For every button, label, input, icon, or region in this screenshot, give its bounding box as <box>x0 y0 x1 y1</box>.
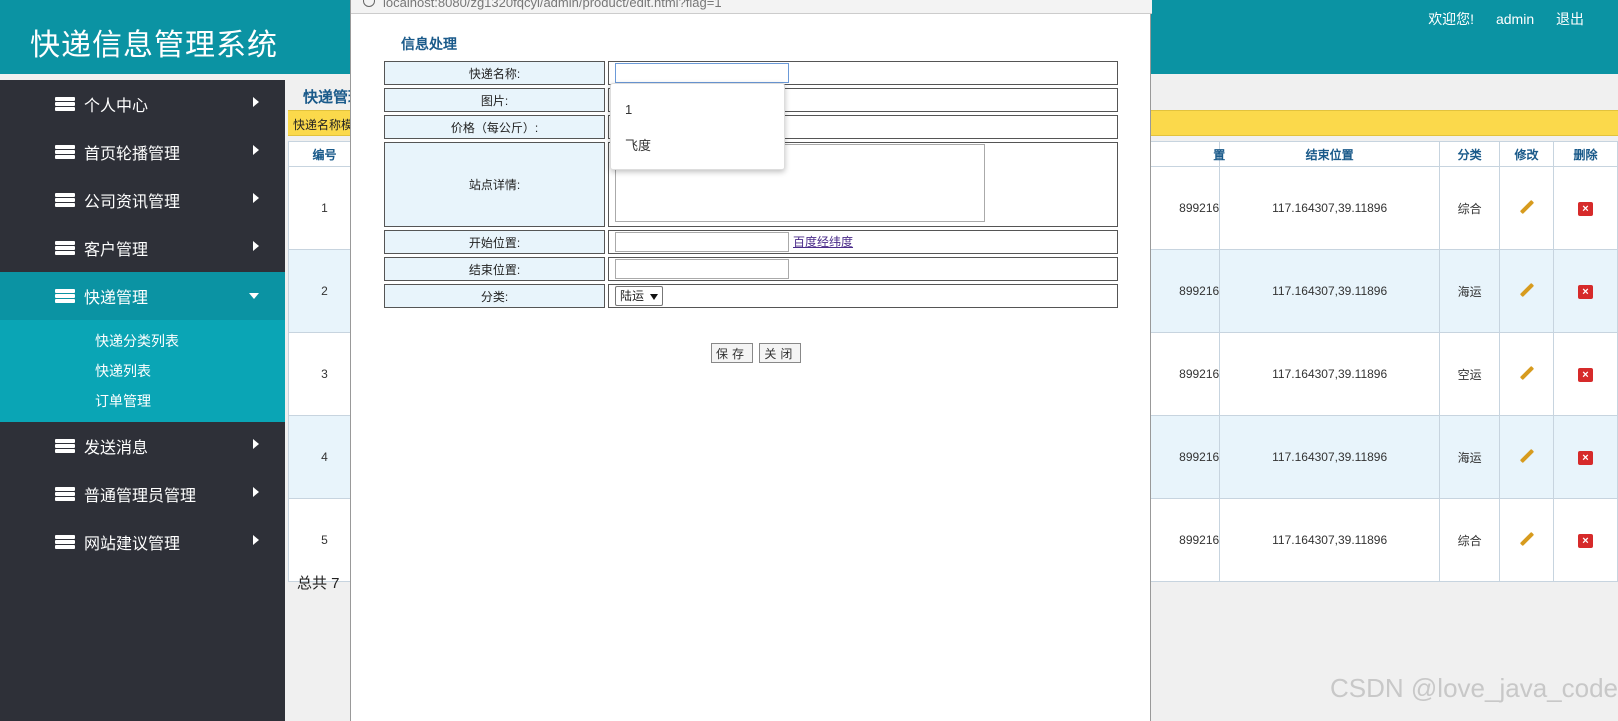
field-label: 结束位置: <box>384 257 605 281</box>
watermark: CSDN @love_java_code <box>1330 673 1618 703</box>
username-link[interactable]: admin <box>1496 11 1534 27</box>
sidebar-item-suggestions[interactable]: 网站建议管理 <box>0 518 285 566</box>
sidebar-item-label: 快递管理 <box>84 290 149 307</box>
submenu-item-orders[interactable]: 订单管理 <box>0 386 285 416</box>
column-header: 分类 <box>1439 141 1501 167</box>
cell-category: 空运 <box>1439 332 1501 416</box>
submenu-item-category-list[interactable]: 快递分类列表 <box>0 326 285 356</box>
cell-category: 综合 <box>1439 166 1501 250</box>
sidebar-item-label: 公司资讯管理 <box>84 194 181 211</box>
sidebar-item-carousel[interactable]: 首页轮播管理 <box>0 128 285 176</box>
sidebar-item-label: 个人中心 <box>84 98 149 115</box>
cell-category: 海运 <box>1439 249 1501 333</box>
sidebar-item-express[interactable]: 快递管理 <box>0 272 285 320</box>
autocomplete-option[interactable]: 1 <box>611 92 784 128</box>
total-count: 总共 7 <box>297 575 340 592</box>
field-label: 价格（每公斤）: <box>384 115 605 139</box>
delete-icon[interactable]: × <box>1578 367 1593 382</box>
stack-icon <box>55 439 75 453</box>
chevron-right-icon <box>253 439 259 449</box>
form-buttons: 保存 关闭 <box>711 343 804 363</box>
start-position-input[interactable] <box>615 232 789 252</box>
user-area: 欢迎您! admin 退出 <box>1410 9 1584 29</box>
chevron-right-icon <box>253 535 259 545</box>
form-title: 信息处理 <box>401 36 457 52</box>
chevron-right-icon <box>253 97 259 107</box>
sidebar-item-news[interactable]: 公司资讯管理 <box>0 176 285 224</box>
stack-icon <box>55 193 75 207</box>
sidebar-item-label: 首页轮播管理 <box>84 146 181 163</box>
caret-down-icon <box>650 293 659 300</box>
delete-icon[interactable]: × <box>1578 533 1593 548</box>
save-button[interactable]: 保存 <box>711 343 754 363</box>
cell-end: 117.164307,39.11896 <box>1219 498 1441 582</box>
stack-icon <box>55 145 75 159</box>
field-label: 分类: <box>384 284 605 308</box>
app-title: 快递信息管理系统 <box>30 29 278 62</box>
chevron-down-icon <box>249 293 259 299</box>
stack-icon <box>55 487 75 501</box>
delete-icon[interactable]: × <box>1578 450 1593 465</box>
field-label: 开始位置: <box>384 230 605 254</box>
express-submenu: 快递分类列表 快递列表 订单管理 <box>0 320 285 422</box>
cell-end: 117.164307,39.11896 <box>1219 249 1441 333</box>
column-header: 修改 <box>1499 141 1555 167</box>
cell-end: 117.164307,39.11896 <box>1219 332 1441 416</box>
cell-category: 综合 <box>1439 498 1501 582</box>
field-label: 站点详情: <box>384 142 605 227</box>
chevron-right-icon <box>253 193 259 203</box>
cell-category: 海运 <box>1439 415 1501 499</box>
sidebar-item-messages[interactable]: 发送消息 <box>0 422 285 470</box>
pencil-icon[interactable] <box>1520 366 1534 380</box>
url-bar: localhost:8080/zg1320fqcyi/admin/product… <box>351 0 1152 14</box>
pencil-icon[interactable] <box>1520 532 1534 546</box>
pencil-icon[interactable] <box>1520 449 1534 463</box>
search-label: 快递名称模 <box>293 118 354 132</box>
chevron-right-icon <box>253 487 259 497</box>
sidebar-item-admins[interactable]: 普通管理员管理 <box>0 470 285 518</box>
field-label: 图片: <box>384 88 605 112</box>
sidebar-item-customers[interactable]: 客户管理 <box>0 224 285 272</box>
sidebar-item-label: 普通管理员管理 <box>84 488 197 505</box>
stack-icon <box>55 289 75 303</box>
logout-link[interactable]: 退出 <box>1556 11 1584 27</box>
column-header: 删除 <box>1553 141 1618 167</box>
chevron-right-icon <box>253 241 259 251</box>
submenu-item-express-list[interactable]: 快递列表 <box>0 356 285 386</box>
delete-icon[interactable]: × <box>1578 201 1593 216</box>
sidebar-item-label: 网站建议管理 <box>84 536 181 553</box>
column-header: 结束位置 <box>1219 141 1441 167</box>
sidebar-item-label: 发送消息 <box>84 440 149 457</box>
autocomplete-option[interactable]: 飞度 <box>611 128 784 164</box>
pencil-icon[interactable] <box>1520 283 1534 297</box>
url-text: localhost:8080/zg1320fqcyi/admin/product… <box>383 0 722 10</box>
pencil-icon[interactable] <box>1520 200 1534 214</box>
stack-icon <box>55 535 75 549</box>
autocomplete-dropdown: 1 飞度 <box>610 83 785 170</box>
baidu-coordinates-link[interactable]: 百度经纬度 <box>793 235 853 249</box>
delete-icon[interactable]: × <box>1578 284 1593 299</box>
cell-end: 117.164307,39.11896 <box>1219 166 1441 250</box>
end-position-input[interactable] <box>615 259 789 279</box>
express-name-input[interactable] <box>615 63 789 83</box>
sidebar: 个人中心 首页轮播管理 公司资讯管理 客户管理 快递管理 快递分类列表 快递列表… <box>0 80 285 721</box>
sidebar-item-label: 客户管理 <box>84 242 149 259</box>
stack-icon <box>55 241 75 255</box>
stack-icon <box>55 97 75 111</box>
category-select[interactable]: 陆运 <box>615 286 664 306</box>
field-label: 快递名称: <box>384 61 605 85</box>
chevron-right-icon <box>253 145 259 155</box>
close-button[interactable]: 关闭 <box>759 343 802 363</box>
welcome-text: 欢迎您! <box>1428 11 1475 27</box>
info-icon <box>363 0 375 7</box>
cell-end: 117.164307,39.11896 <box>1219 415 1441 499</box>
sidebar-item-personal-center[interactable]: 个人中心 <box>0 80 285 128</box>
